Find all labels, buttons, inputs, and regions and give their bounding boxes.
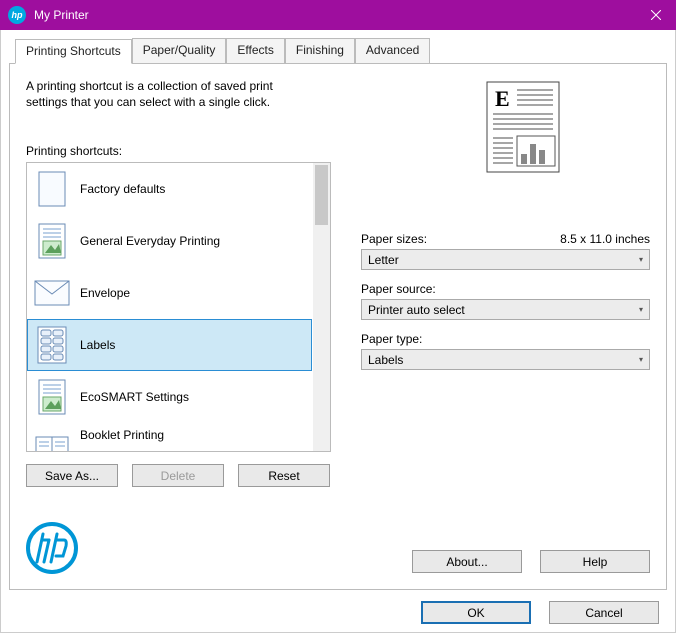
ok-button[interactable]: OK xyxy=(421,601,531,624)
paper-type-label: Paper type: xyxy=(361,332,422,346)
help-button[interactable]: Help xyxy=(540,550,650,573)
tab-effects[interactable]: Effects xyxy=(226,38,284,63)
shortcut-item[interactable]: Factory defaults xyxy=(27,163,312,215)
save-as-button[interactable]: Save As... xyxy=(26,464,118,487)
paper-source-value: Printer auto select xyxy=(368,303,465,317)
titlebar: hp My Printer xyxy=(0,0,676,30)
shortcut-item[interactable]: Labels xyxy=(27,319,312,371)
booklet-icon xyxy=(34,428,70,452)
about-button[interactable]: About... xyxy=(412,550,522,573)
hp-badge-icon: hp xyxy=(8,6,26,24)
scroll-thumb[interactable] xyxy=(315,165,328,225)
paper-sizes-label: Paper sizes: xyxy=(361,232,427,246)
paper-sizes-select[interactable]: Letter ▾ xyxy=(361,249,650,270)
reset-button[interactable]: Reset xyxy=(238,464,330,487)
close-icon xyxy=(651,10,661,20)
blank-page-icon xyxy=(34,168,70,210)
tab-finishing[interactable]: Finishing xyxy=(285,38,355,63)
tab-printing-shortcuts[interactable]: Printing Shortcuts xyxy=(15,39,132,64)
labels-icon xyxy=(34,324,70,366)
shortcut-item[interactable]: EcoSMART Settings xyxy=(27,371,312,423)
scrollbar[interactable] xyxy=(313,163,330,451)
shortcuts-label: Printing shortcuts: xyxy=(26,144,331,158)
chevron-down-icon: ▾ xyxy=(639,255,643,264)
shortcut-item[interactable]: General Everyday Printing xyxy=(27,215,312,267)
paper-type-select[interactable]: Labels ▾ xyxy=(361,349,650,370)
window-title: My Printer xyxy=(34,8,89,22)
shortcut-label: Booklet Printing xyxy=(80,428,164,442)
paper-sizes-value: Letter xyxy=(368,253,399,267)
tabstrip: Printing Shortcuts Paper/Quality Effects… xyxy=(15,38,667,63)
page-preview-icon: E xyxy=(481,80,565,176)
shortcuts-listbox[interactable]: Factory defaults General Everyday Printin… xyxy=(26,162,331,452)
shortcut-label: Factory defaults xyxy=(80,182,165,196)
tab-paper-quality[interactable]: Paper/Quality xyxy=(132,38,227,63)
paper-source-select[interactable]: Printer auto select ▾ xyxy=(361,299,650,320)
tabpanel-printing-shortcuts: A printing shortcut is a collection of s… xyxy=(9,63,667,590)
svg-text:E: E xyxy=(495,86,510,111)
paper-sizes-dim: 8.5 x 11.0 inches xyxy=(560,232,650,246)
shortcut-label: Labels xyxy=(80,338,115,352)
cancel-button[interactable]: Cancel xyxy=(549,601,659,624)
tab-advanced[interactable]: Advanced xyxy=(355,38,430,63)
shortcut-item[interactable]: Envelope xyxy=(27,267,312,319)
shortcut-label: Envelope xyxy=(80,286,130,300)
chevron-down-icon: ▾ xyxy=(639,355,643,364)
envelope-icon xyxy=(34,272,70,314)
shortcut-label: EcoSMART Settings xyxy=(80,390,189,404)
close-button[interactable] xyxy=(636,0,676,30)
shortcut-label: General Everyday Printing xyxy=(80,234,220,248)
paper-source-label: Paper source: xyxy=(361,282,436,296)
delete-button[interactable]: Delete xyxy=(132,464,224,487)
chevron-down-icon: ▾ xyxy=(639,305,643,314)
scroll-down-icon[interactable] xyxy=(313,434,330,451)
photo-doc-icon xyxy=(34,220,70,262)
intro-text: A printing shortcut is a collection of s… xyxy=(26,78,316,110)
paper-type-value: Labels xyxy=(368,353,403,367)
photo-doc-icon xyxy=(34,376,70,418)
hp-logo-icon xyxy=(26,522,78,577)
shortcut-item[interactable]: Booklet Printing xyxy=(27,423,312,452)
